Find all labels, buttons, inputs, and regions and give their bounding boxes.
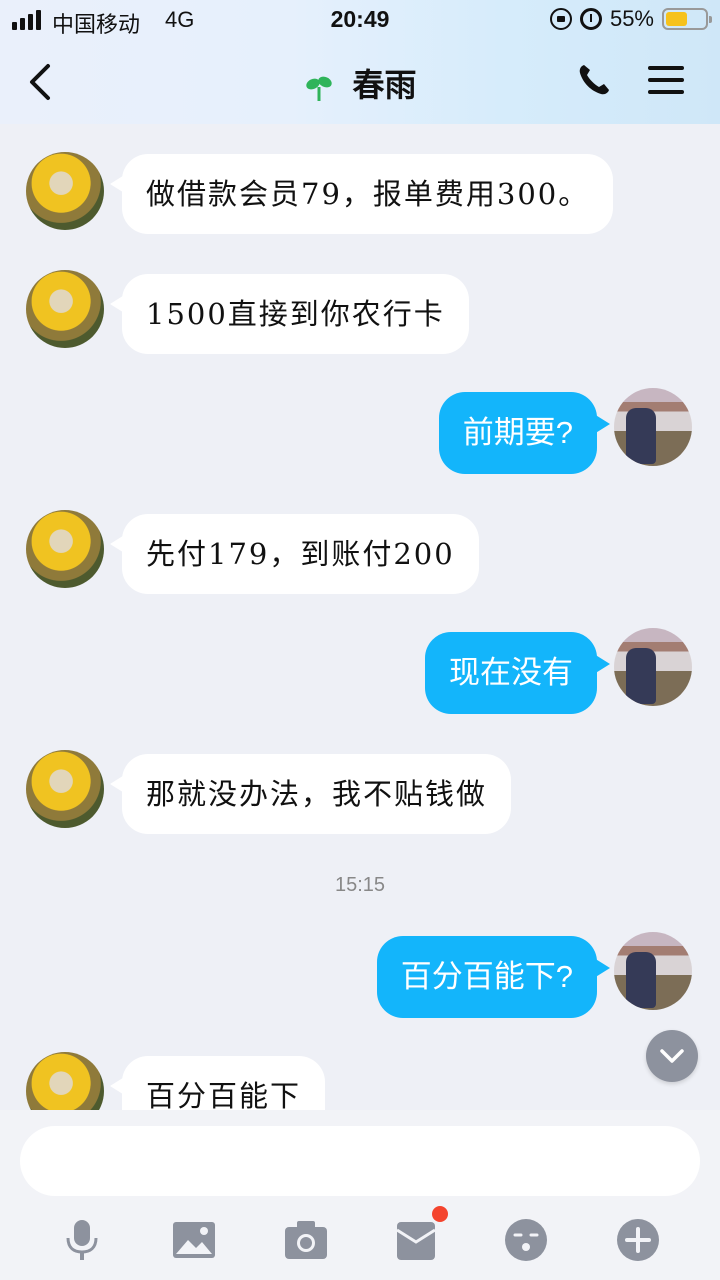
contact-name: 春雨 (352, 67, 417, 103)
outgoing-message-bubble[interactable]: 百分百能下? (376, 936, 611, 1018)
my-avatar[interactable] (614, 628, 692, 706)
rotation-lock-icon (549, 8, 572, 30)
contact-avatar[interactable] (26, 750, 104, 828)
battery-icon (662, 8, 712, 30)
input-panel (0, 1110, 720, 1280)
image-button[interactable] (170, 1216, 218, 1264)
more-button[interactable] (614, 1216, 662, 1264)
plus-icon (617, 1219, 659, 1261)
contact-avatar[interactable] (26, 510, 104, 588)
battery-fill (666, 12, 687, 26)
camera-icon (285, 1221, 327, 1259)
status-icons: 55% (549, 6, 712, 32)
microphone-icon (66, 1220, 98, 1260)
incoming-message-bubble[interactable]: 那就没办法，我不贴钱做 (109, 754, 512, 834)
input-toolbar (0, 1206, 720, 1270)
contact-avatar[interactable] (26, 1052, 104, 1110)
incoming-message-bubble[interactable]: 先付179，到账付200 (110, 514, 479, 594)
red-packet-button[interactable] (392, 1206, 448, 1264)
scroll-to-bottom-button[interactable] (646, 1030, 698, 1082)
contact-avatar[interactable] (26, 152, 104, 230)
phone-icon (579, 65, 609, 95)
voice-button[interactable] (58, 1216, 106, 1264)
sprout-icon (305, 76, 332, 101)
incoming-message-bubble[interactable]: 百分百能下 (109, 1056, 326, 1110)
emoji-button[interactable] (502, 1216, 550, 1264)
my-avatar[interactable] (614, 932, 692, 1010)
contact-avatar[interactable] (26, 270, 104, 348)
chat-header: 春雨 (0, 40, 720, 124)
battery-percent: 55% (609, 6, 654, 31)
menu-button[interactable] (648, 66, 684, 98)
message-list[interactable]: 做借款会员79，报单费用300。 1500直接到你农行卡 前期要? 先付179，… (0, 124, 720, 1110)
incoming-message-bubble[interactable]: 做借款会员79，报单费用300。 (109, 154, 614, 234)
incoming-message-bubble[interactable]: 1500直接到你农行卡 (110, 274, 469, 354)
camera-button[interactable] (282, 1216, 330, 1264)
hamburger-icon (648, 66, 684, 94)
image-icon (173, 1222, 215, 1258)
red-packet-icon (396, 1222, 436, 1260)
emoji-icon (505, 1219, 547, 1261)
status-bar: 中国移动 4G 20:49 55% (0, 0, 720, 40)
outgoing-message-bubble[interactable]: 前期要? (438, 392, 611, 474)
outgoing-message-bubble[interactable]: 现在没有 (425, 632, 610, 714)
notification-badge (432, 1206, 448, 1222)
message-input[interactable] (20, 1126, 700, 1196)
message-timestamp: 15:15 (334, 874, 386, 896)
call-button[interactable] (576, 62, 616, 102)
chevron-down-icon (660, 1049, 684, 1063)
alarm-icon (579, 8, 602, 30)
my-avatar[interactable] (614, 388, 692, 466)
